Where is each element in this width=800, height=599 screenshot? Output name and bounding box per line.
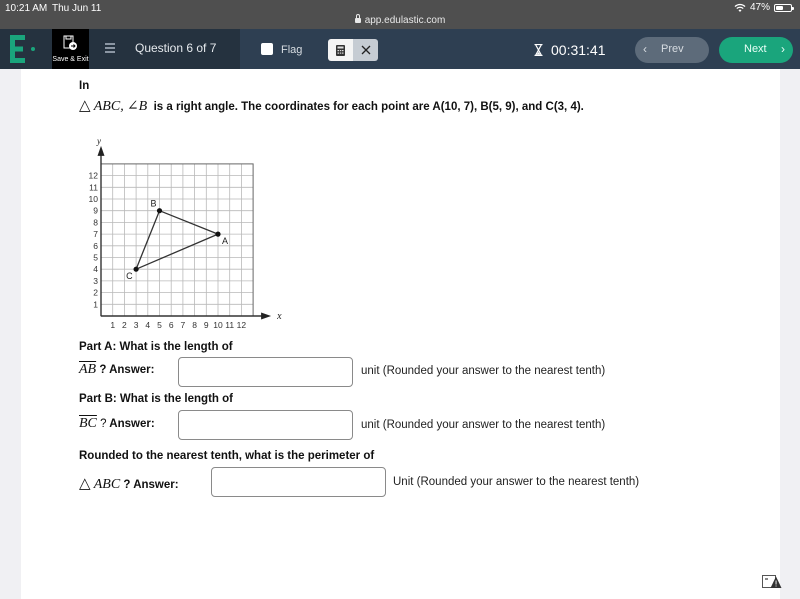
segment-ab: AB	[79, 362, 97, 377]
part-b-answer-input[interactable]	[178, 410, 353, 440]
prev-label: Prev	[661, 43, 684, 55]
part-a-answer-input[interactable]	[178, 357, 353, 387]
point-label-a: A	[222, 236, 228, 246]
url-text: app.edulastic.com	[364, 15, 446, 26]
point-label-c: C	[126, 271, 133, 281]
tool-group	[328, 39, 378, 61]
triangle-name: ABC,	[93, 99, 124, 114]
question-counter[interactable]: Question 6 of 7	[135, 41, 216, 55]
point-label-b: B	[151, 199, 157, 209]
part-b-unit-note: unit (Rounded your answer to the nearest…	[361, 419, 606, 431]
question-statement-line: △ ABC, ∠B is a right angle. The coordina…	[79, 96, 584, 115]
chevron-left-icon: ‹	[643, 42, 647, 56]
prev-button[interactable]: ‹ Prev	[635, 37, 709, 63]
grid-border	[100, 163, 254, 317]
point-c	[133, 266, 139, 272]
menu-icon[interactable]	[105, 43, 115, 53]
x-tick-label: 3	[134, 320, 139, 330]
edulastic-logo-icon[interactable]	[8, 33, 38, 65]
perimeter-label: △ ABC ? Answer:	[79, 474, 179, 493]
save-exit-button[interactable]: Save & Exit	[52, 29, 89, 69]
image-warning-icon	[762, 575, 782, 588]
close-tool-button[interactable]	[353, 39, 378, 61]
y-tick-label: 6	[93, 241, 98, 251]
wifi-icon	[734, 3, 746, 13]
save-exit-label: Save & Exit	[52, 56, 89, 63]
y-tick-label: 5	[93, 253, 98, 263]
x-tick-label: 6	[169, 320, 174, 330]
y-tick-label: 2	[93, 288, 98, 298]
part-a-unit-note: unit (Rounded your answer to the nearest…	[361, 365, 606, 377]
y-tick-label: 12	[89, 171, 99, 181]
calculator-icon	[336, 44, 345, 56]
x-axis-label: x	[276, 311, 282, 322]
part-a-label: AB ? Answer:	[79, 362, 154, 378]
next-label: Next	[744, 43, 767, 55]
perimeter-answer-input[interactable]	[211, 467, 386, 497]
left-gutter	[0, 69, 21, 599]
perimeter-prompt: Rounded to the nearest tenth, what is th…	[79, 450, 375, 462]
calculator-button[interactable]	[328, 39, 353, 61]
x-tick-label: 4	[145, 320, 150, 330]
chevron-right-icon: ›	[781, 42, 785, 56]
x-axis-arrow	[261, 312, 272, 320]
part-a-answer-label: ? Answer:	[99, 364, 155, 376]
test-toolbar: Save & Exit Question 6 of 7 Flag 00:31:4…	[0, 29, 800, 69]
perimeter-unit-note: Unit (Rounded your answer to the nearest…	[393, 476, 640, 488]
y-tick-label: 1	[93, 299, 98, 309]
triangle-symbol: △	[79, 474, 91, 492]
y-tick-label: 11	[89, 182, 98, 192]
flag-label[interactable]: Flag	[281, 44, 302, 56]
triangle-abc: ABC	[93, 477, 121, 492]
y-tick-label: 9	[93, 206, 98, 216]
y-tick-label: 3	[93, 276, 98, 286]
status-date: Thu Jun 11	[52, 3, 102, 14]
angle-name: ∠B	[126, 99, 148, 114]
lock-icon	[354, 14, 361, 23]
timer-value: 00:31:41	[551, 42, 606, 58]
point-b	[156, 208, 163, 214]
part-a-prompt: Part A: What is the length of	[79, 341, 233, 353]
x-tick-label: 1	[110, 320, 115, 330]
address-bar[interactable]: app.edulastic.com	[0, 14, 800, 26]
ios-status-bar: 10:21 AM Thu Jun 11 app.edulastic.com 47…	[0, 0, 800, 29]
x-tick-label: 5	[157, 320, 162, 330]
y-tick-label: 4	[93, 264, 98, 274]
part-b-answer-label: Answer:	[109, 418, 155, 430]
part-b-label: BC ? Answer:	[79, 416, 155, 431]
point-a	[215, 231, 221, 237]
x-tick-label: 11	[225, 320, 234, 330]
hourglass-icon	[534, 44, 543, 56]
perimeter-answer-label: ? Answer:	[123, 479, 179, 491]
save-exit-icon	[63, 35, 77, 50]
battery-percent: 47%	[749, 2, 770, 13]
x-tick-label: 2	[122, 320, 127, 330]
y-axis-label: y	[96, 136, 101, 146]
next-button[interactable]: Next ›	[719, 37, 793, 63]
x-tick-label: 9	[204, 320, 209, 330]
battery-icon	[774, 3, 794, 12]
question-intro: In	[79, 80, 90, 92]
x-tick-label: 12	[237, 320, 247, 330]
x-tick-label: 8	[192, 320, 197, 330]
close-icon	[361, 45, 370, 55]
scrollbar-track[interactable]	[780, 69, 800, 599]
x-tick-label: 7	[181, 320, 186, 330]
coordinate-graph: yx1 2 3 4 5 6 7 8 9 10 11 12123456789101112ABC	[89, 136, 283, 330]
status-right: 47%	[734, 2, 794, 13]
y-axis-arrow	[97, 145, 105, 156]
segment-bc: BC	[79, 416, 97, 431]
x-tick-label: 10	[213, 320, 223, 330]
y-tick-label: 7	[93, 229, 98, 239]
y-tick-label: 8	[93, 217, 98, 227]
part-b-prompt: Part B: What is the length of	[79, 393, 233, 405]
question-statement: is a right angle. The coordinates for ea…	[153, 101, 584, 113]
status-time: 10:21 AM	[5, 3, 48, 14]
flag-checkbox[interactable]	[261, 43, 273, 55]
y-tick-label: 10	[89, 194, 99, 204]
timer: 00:31:41	[534, 42, 606, 58]
triangle-symbol: △	[79, 96, 91, 114]
